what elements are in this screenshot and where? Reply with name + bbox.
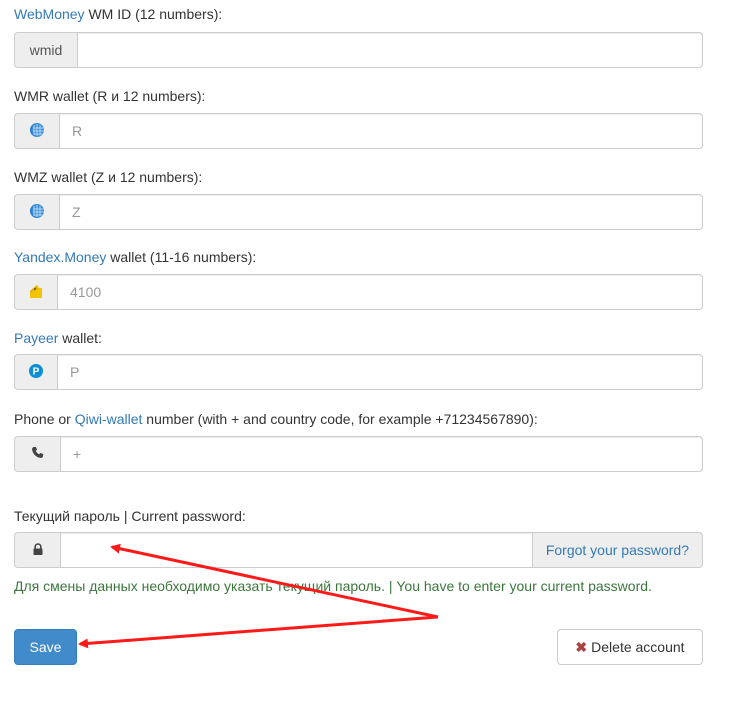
wmr-label: WMR wallet (R и 12 numbers): xyxy=(14,88,206,104)
webmoney-globe-icon xyxy=(29,122,45,141)
webmoney-globe-icon xyxy=(29,203,45,222)
delete-account-button[interactable]: ✖ Delete account xyxy=(557,629,703,665)
phone-input[interactable] xyxy=(60,436,703,472)
payeer-input-group: P xyxy=(14,354,703,390)
wmr-addon xyxy=(14,113,59,149)
password-input-group: Forgot your password? xyxy=(14,532,703,568)
yandex-money-wallet-icon xyxy=(28,283,44,302)
phone-addon xyxy=(14,436,60,472)
payeer-label: Payeer wallet: xyxy=(14,330,102,346)
wmid-input-group: wmid xyxy=(14,32,703,68)
annotation-arrow-to-save xyxy=(78,615,439,649)
wmid-input[interactable] xyxy=(77,32,703,68)
password-label: Текущий пароль | Current password: xyxy=(14,508,246,524)
wmr-input-group xyxy=(14,113,703,149)
wmid-label: WebMoney WM ID (12 numbers): xyxy=(14,6,223,22)
payeer-input[interactable] xyxy=(57,354,703,390)
wmz-input[interactable] xyxy=(59,194,703,230)
payeer-link[interactable]: Payeer xyxy=(14,330,58,346)
yandex-addon xyxy=(14,274,57,310)
current-password-input[interactable] xyxy=(60,532,533,568)
password-addon xyxy=(14,532,60,568)
phone-input-group xyxy=(14,436,703,472)
wmz-addon xyxy=(14,194,59,230)
password-help-text: Для смены данных необходимо указать теку… xyxy=(14,578,652,594)
payeer-p-icon: P xyxy=(29,363,43,381)
webmoney-link[interactable]: WebMoney xyxy=(14,6,85,22)
save-button[interactable]: Save xyxy=(14,629,77,665)
wmid-addon: wmid xyxy=(14,32,77,68)
phone-icon xyxy=(31,446,44,462)
yandex-input[interactable] xyxy=(57,274,703,310)
phone-label: Phone or Qiwi-wallet number (with + and … xyxy=(14,411,538,427)
yandex-money-link[interactable]: Yandex.Money xyxy=(14,249,106,265)
yandex-input-group xyxy=(14,274,703,310)
payeer-addon: P xyxy=(14,354,57,390)
yandex-label: Yandex.Money wallet (11-16 numbers): xyxy=(14,249,257,265)
wmz-label: WMZ wallet (Z и 12 numbers): xyxy=(14,169,203,185)
qiwi-wallet-link[interactable]: Qiwi-wallet xyxy=(75,411,143,427)
svg-text:P: P xyxy=(33,366,40,377)
wmz-input-group xyxy=(14,194,703,230)
lock-icon xyxy=(33,542,43,558)
forgot-password-link[interactable]: Forgot your password? xyxy=(532,532,703,568)
remove-icon: ✖ xyxy=(575,638,588,655)
delete-account-label: Delete account xyxy=(591,639,685,655)
wmr-input[interactable] xyxy=(59,113,703,149)
